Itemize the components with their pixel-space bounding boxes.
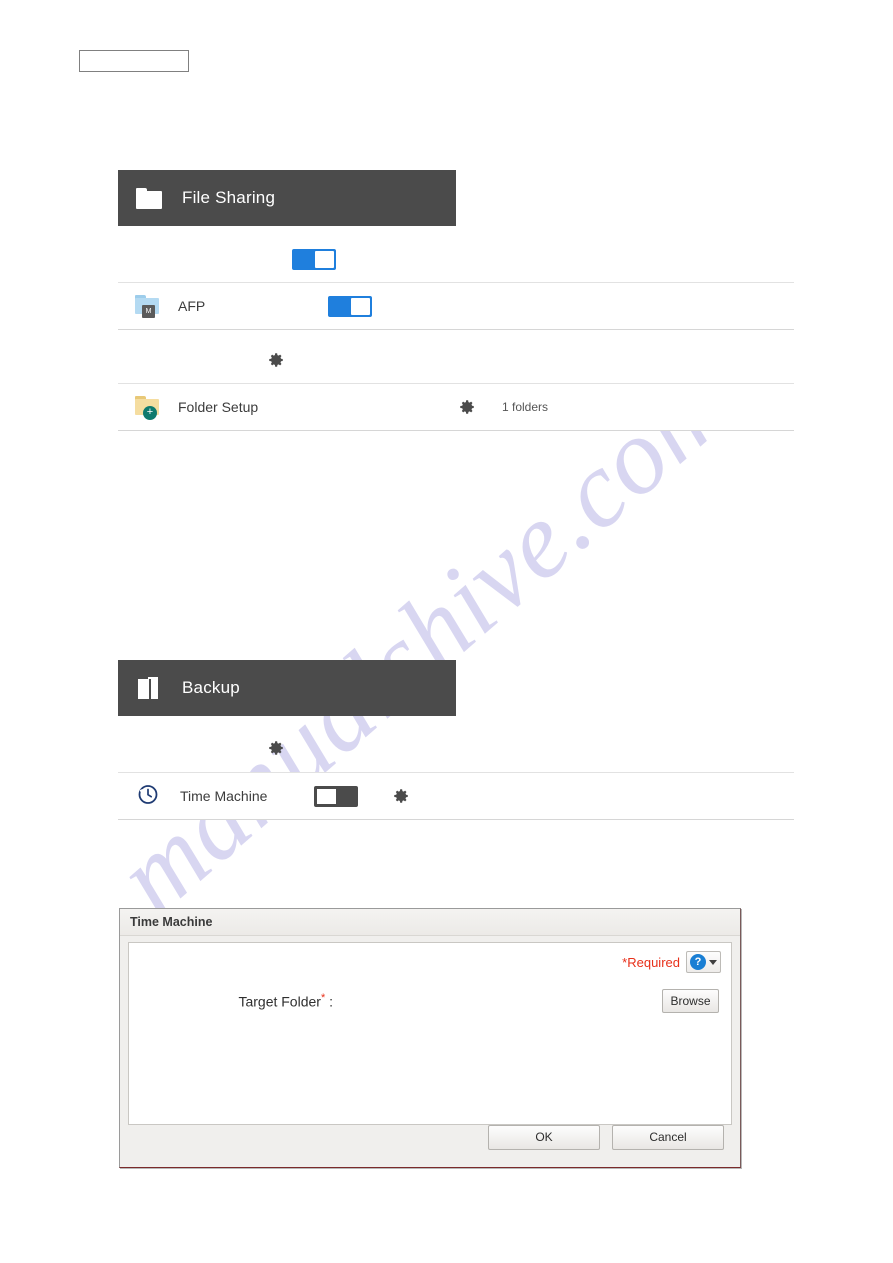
service-row-time-machine[interactable]: Time Machine — [118, 772, 794, 820]
afp-toggle[interactable] — [328, 295, 372, 317]
ok-button[interactable]: OK — [488, 1124, 600, 1150]
service-row-label: AFP — [178, 298, 206, 314]
backup-icon — [136, 675, 162, 701]
target-folder-colon: : — [329, 993, 333, 1010]
help-dropdown[interactable]: ? — [686, 951, 721, 973]
required-note-row: *Required ? — [622, 951, 721, 973]
gear-icon-backup[interactable] — [267, 739, 285, 757]
service-row-label: Time Machine — [180, 788, 268, 804]
service-row-label: Folder Setup — [178, 399, 259, 415]
dialog-body: *Required ? Target Folder* : Browse — [128, 942, 732, 1125]
watermark-text: manualshive.com — [94, 343, 753, 937]
required-asterisk: * — [320, 992, 326, 1005]
folder-count-label: 1 folders — [502, 400, 549, 414]
target-folder-label-text: Target Folder — [238, 993, 321, 1010]
cancel-button[interactable]: Cancel — [612, 1124, 724, 1150]
required-note: *Required — [622, 954, 680, 970]
section-header-backup: Backup — [118, 660, 456, 716]
section-title: File Sharing — [182, 188, 276, 207]
dialog-footer: OK Cancel — [120, 1107, 740, 1167]
target-folder-label: Target Folder* : — [141, 992, 333, 1010]
top-text-box[interactable] — [79, 50, 189, 72]
clock-icon — [136, 782, 164, 810]
toggle-knob — [351, 297, 370, 315]
gear-icon-file-sharing[interactable] — [267, 351, 285, 369]
service-row-folder-setup[interactable]: + Folder Setup 1 folders — [118, 383, 794, 431]
afp-folder-icon: M — [134, 292, 162, 320]
toggle-knob — [316, 787, 337, 805]
help-icon[interactable]: ? — [690, 954, 706, 970]
browse-button[interactable]: Browse — [662, 989, 719, 1013]
chevron-down-icon[interactable] — [709, 959, 717, 965]
toggle-knob — [315, 251, 334, 268]
gear-icon-folder-setup[interactable] — [458, 398, 476, 416]
dialog-titlebar: Time Machine — [120, 909, 740, 936]
section-header-file-sharing: File Sharing — [118, 170, 456, 226]
file-sharing-master-toggle[interactable] — [292, 249, 336, 270]
folder-add-icon: + — [134, 393, 162, 421]
service-row-afp[interactable]: M AFP — [118, 282, 794, 330]
afp-icon-badge: M — [142, 305, 155, 318]
gear-icon-time-machine[interactable] — [392, 787, 410, 805]
time-machine-toggle[interactable] — [314, 785, 358, 807]
folder-icon — [136, 185, 162, 211]
folder-add-badge-icon: + — [143, 406, 157, 420]
target-folder-row: Target Folder* : Browse — [129, 989, 731, 1013]
time-machine-dialog: Time Machine *Required ? Target Folder* … — [119, 908, 741, 1168]
section-title: Backup — [182, 678, 240, 697]
dialog-title: Time Machine — [130, 915, 213, 929]
